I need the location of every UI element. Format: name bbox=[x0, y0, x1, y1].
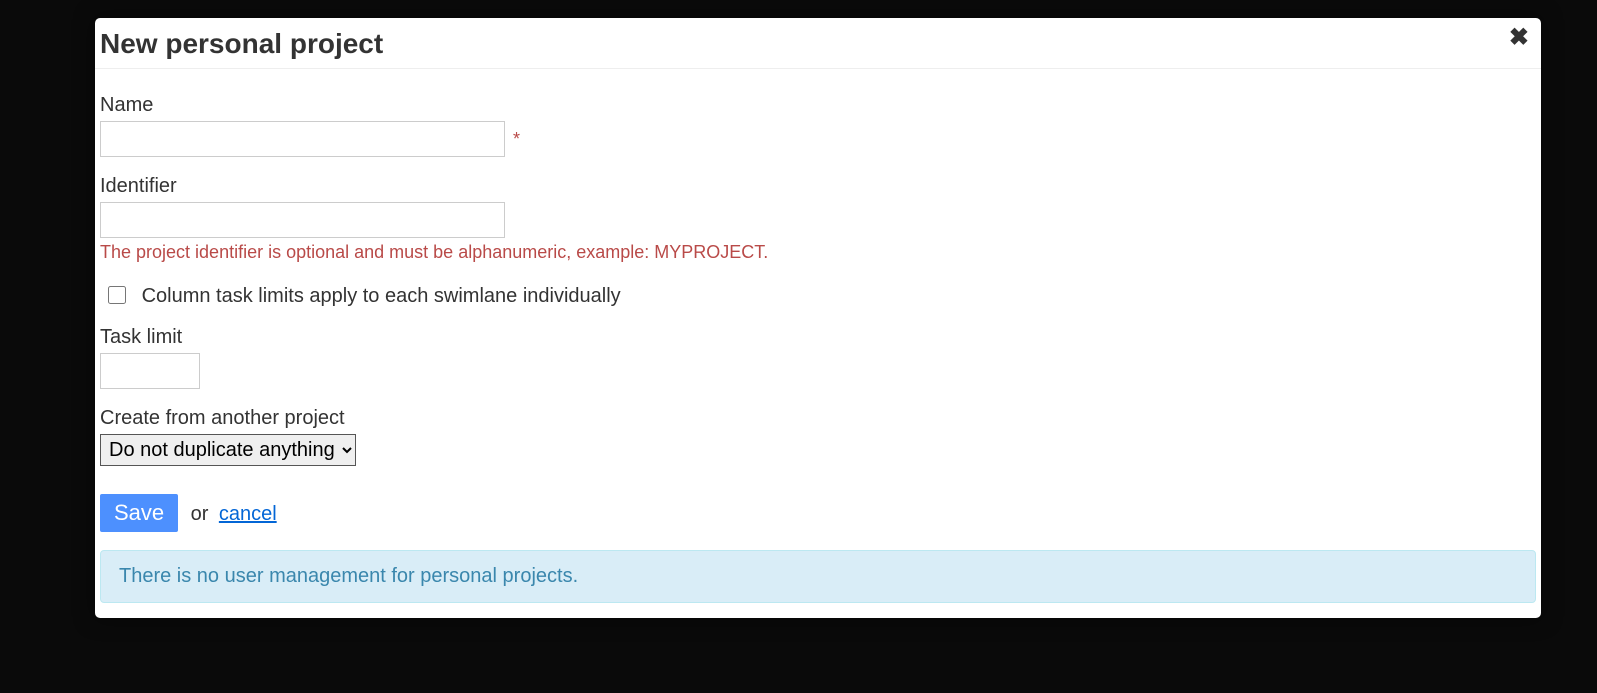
swimlane-checkbox-group: Column task limits apply to each swimlan… bbox=[100, 285, 1536, 308]
name-input[interactable] bbox=[100, 121, 505, 157]
swimlane-checkbox-text: Column task limits apply to each swimlan… bbox=[142, 285, 621, 307]
modal-body: Name * Identifier The project identifier… bbox=[95, 69, 1541, 618]
name-label: Name bbox=[100, 94, 1536, 117]
task-limit-field-group: Task limit bbox=[100, 326, 1536, 389]
save-button[interactable]: Save bbox=[100, 494, 178, 532]
info-alert: There is no user management for personal… bbox=[100, 550, 1536, 603]
swimlane-checkbox[interactable] bbox=[108, 286, 126, 304]
or-text: or bbox=[191, 503, 209, 525]
required-indicator: * bbox=[513, 129, 520, 150]
close-icon[interactable]: ✖ bbox=[1509, 26, 1529, 50]
form-actions: Save or cancel bbox=[100, 494, 1536, 532]
create-from-label: Create from another project bbox=[100, 407, 1536, 430]
new-project-modal: New personal project ✖ Name * Identifier… bbox=[95, 18, 1541, 618]
modal-header: New personal project ✖ bbox=[95, 18, 1541, 69]
swimlane-checkbox-label[interactable]: Column task limits apply to each swimlan… bbox=[100, 285, 621, 307]
identifier-input[interactable] bbox=[100, 202, 505, 238]
task-limit-label: Task limit bbox=[100, 326, 1536, 349]
task-limit-input[interactable] bbox=[100, 353, 200, 389]
name-field-group: Name * bbox=[100, 94, 1536, 157]
create-from-select[interactable]: Do not duplicate anything bbox=[100, 434, 356, 466]
identifier-field-group: Identifier The project identifier is opt… bbox=[100, 175, 1536, 263]
cancel-link[interactable]: cancel bbox=[219, 503, 277, 525]
create-from-field-group: Create from another project Do not dupli… bbox=[100, 407, 1536, 466]
identifier-label: Identifier bbox=[100, 175, 1536, 198]
identifier-hint: The project identifier is optional and m… bbox=[100, 242, 1536, 263]
modal-title: New personal project bbox=[100, 28, 1526, 60]
